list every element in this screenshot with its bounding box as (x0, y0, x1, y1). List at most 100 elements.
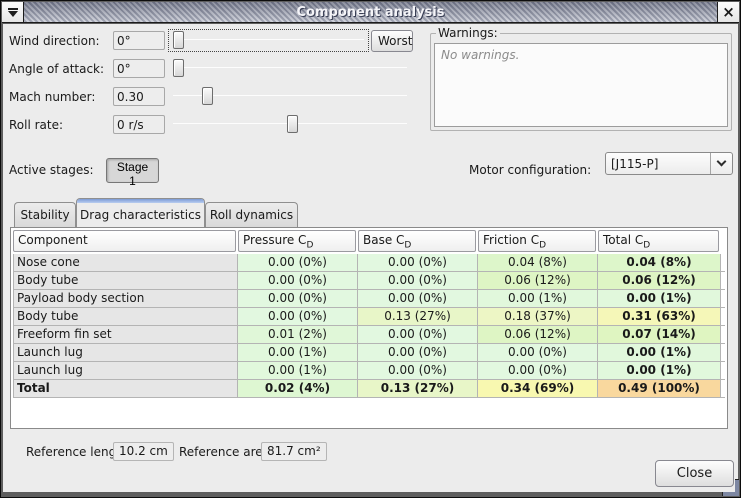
slider-thumb[interactable] (173, 59, 184, 77)
column-header-pressure-cd[interactable]: Pressure CD (238, 230, 356, 252)
table-row[interactable]: Launch lug0.00 (1%)0.00 (0%)0.00 (0%)0.0… (13, 344, 725, 362)
slider-thumb[interactable] (287, 115, 298, 133)
component-cell: Payload body section (13, 290, 238, 307)
component-cell: Total (13, 380, 238, 397)
value-cell: 0.00 (0%) (358, 272, 478, 289)
value-cell: 0.00 (0%) (358, 344, 478, 361)
window-menu-button[interactable] (2, 2, 24, 22)
table-row[interactable]: Body tube0.00 (0%)0.13 (27%)0.18 (37%)0.… (13, 308, 725, 326)
window-menu-icon (8, 8, 18, 17)
resize-grip[interactable] (735, 479, 739, 496)
table-row[interactable]: Body tube0.00 (0%)0.00 (0%)0.06 (12%)0.0… (13, 272, 725, 290)
header-label: Friction C (483, 233, 539, 247)
value-cell: 0.01 (2%) (238, 326, 358, 343)
slider-track (173, 39, 364, 40)
wind-direction-slider[interactable] (169, 30, 368, 51)
reference-area-value: 81.7 cm² (261, 442, 327, 461)
wind-direction-label: Wind direction: (9, 31, 100, 51)
table-row[interactable]: Payload body section0.00 (0%)0.00 (0%)0.… (13, 290, 725, 308)
chevron-down-icon (717, 157, 727, 167)
component-cell: Body tube (13, 272, 238, 289)
dialog-body: Wind direction: Angle of attack: Mach nu… (3, 24, 738, 492)
header-label: Component (18, 233, 88, 247)
table-row[interactable]: Launch lug0.00 (1%)0.00 (0%)0.00 (0%)0.0… (13, 362, 725, 380)
value-cell: 0.07 (14%) (598, 326, 721, 343)
value-cell: 0.00 (1%) (598, 344, 721, 361)
mach-number-slider[interactable] (169, 86, 411, 107)
value-cell: 0.31 (63%) (598, 308, 721, 325)
header-label: Base C (363, 233, 404, 247)
close-button[interactable]: Close (655, 460, 734, 487)
component-cell: Nose cone (13, 254, 238, 271)
table-row[interactable]: Nose cone0.00 (0%)0.00 (0%)0.04 (8%)0.04… (13, 254, 725, 272)
value-cell: 0.00 (1%) (598, 290, 721, 307)
stage-toggle-button[interactable]: Stage 1 (106, 158, 159, 183)
warnings-title: Warnings: (436, 26, 500, 40)
header-subscript: D (643, 240, 650, 250)
slider-thumb[interactable] (202, 87, 213, 105)
value-cell: 0.04 (8%) (478, 254, 598, 271)
value-cell: 0.02 (4%) (238, 380, 358, 397)
component-cell: Launch lug (13, 344, 238, 361)
component-cell: Launch lug (13, 362, 238, 379)
combo-arrow-area[interactable] (710, 153, 732, 174)
column-header-base-cd[interactable]: Base CD (358, 230, 476, 252)
header-subscript: D (306, 240, 313, 250)
value-cell: 0.00 (1%) (598, 362, 721, 379)
close-icon: × (722, 5, 735, 20)
angle-of-attack-label: Angle of attack: (9, 59, 104, 79)
table-row[interactable]: Freeform fin set0.01 (2%)0.00 (0%)0.06 (… (13, 326, 725, 344)
value-cell: 0.13 (27%) (358, 308, 478, 325)
window-title: Component analysis (24, 2, 717, 22)
reference-length-value: 10.2 cm (113, 442, 174, 461)
warnings-group: Warnings: No warnings. (430, 26, 732, 131)
drag-table-panel: Component Pressure CD Base CD Friction C… (10, 227, 728, 429)
tab-drag-characteristics[interactable]: Drag characteristics (76, 198, 205, 227)
reference-area-label: Reference area: (179, 442, 274, 462)
mach-number-field[interactable] (113, 87, 165, 106)
value-cell: 0.06 (12%) (478, 326, 598, 343)
drag-table-body: Nose cone0.00 (0%)0.00 (0%)0.04 (8%)0.04… (13, 254, 725, 398)
value-cell: 0.00 (0%) (478, 344, 598, 361)
value-cell: 0.49 (100%) (598, 380, 721, 397)
value-cell: 0.06 (12%) (598, 272, 721, 289)
column-header-component[interactable]: Component (13, 230, 236, 252)
component-cell: Body tube (13, 308, 238, 325)
tab-label: Stability (20, 208, 69, 222)
header-label: Pressure C (243, 233, 306, 247)
column-header-friction-cd[interactable]: Friction CD (478, 230, 596, 252)
slider-thumb[interactable] (173, 31, 184, 49)
value-cell: 0.06 (12%) (478, 272, 598, 289)
value-cell: 0.13 (27%) (358, 380, 478, 397)
window-close-button[interactable]: × (717, 2, 739, 22)
angle-of-attack-field[interactable] (113, 59, 165, 78)
roll-rate-field[interactable] (113, 115, 165, 134)
active-stages-label: Active stages: (9, 160, 94, 180)
value-cell: 0.00 (1%) (238, 344, 358, 361)
tab-label: Roll dynamics (210, 208, 293, 222)
tab-label: Drag characteristics (80, 208, 201, 222)
wind-direction-field[interactable] (113, 31, 165, 50)
value-cell: 0.34 (69%) (478, 380, 598, 397)
value-cell: 0.00 (0%) (358, 362, 478, 379)
worst-button[interactable]: Worst (371, 30, 413, 52)
tab-roll-dynamics[interactable]: Roll dynamics (205, 202, 298, 227)
table-row[interactable]: Total0.02 (4%)0.13 (27%)0.34 (69%)0.49 (… (13, 380, 725, 398)
slider-track (173, 67, 407, 68)
motor-configuration-select[interactable]: [J115-P] (605, 152, 733, 175)
roll-rate-slider[interactable] (169, 114, 411, 135)
value-cell: 0.18 (37%) (478, 308, 598, 325)
titlebar[interactable]: Component analysis × (2, 2, 739, 23)
angle-of-attack-slider[interactable] (169, 58, 411, 79)
value-cell: 0.04 (8%) (598, 254, 721, 271)
value-cell: 0.00 (0%) (358, 290, 478, 307)
value-cell: 0.00 (1%) (238, 362, 358, 379)
value-cell: 0.00 (0%) (238, 272, 358, 289)
column-header-total-cd[interactable]: Total CD (598, 230, 719, 252)
warnings-message: No warnings. (441, 48, 519, 62)
header-label: Total C (603, 233, 643, 247)
tab-stability[interactable]: Stability (14, 202, 76, 227)
value-cell: 0.00 (0%) (478, 362, 598, 379)
mach-number-label: Mach number: (9, 87, 95, 107)
value-cell: 0.00 (0%) (358, 254, 478, 271)
